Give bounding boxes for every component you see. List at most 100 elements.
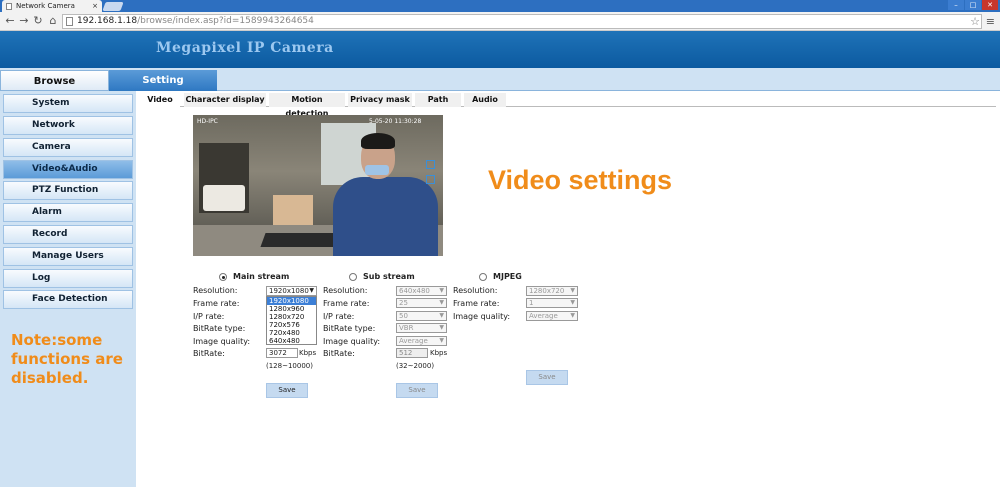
- main-resolution-dropdown[interactable]: 1920x1080 1280x960 1280x720 720x576 720x…: [266, 296, 317, 345]
- disabled-functions-note: Note:some functions are disabled.: [11, 331, 123, 387]
- chevron-down-icon: ▼: [439, 312, 444, 319]
- sidebar-item-network[interactable]: Network: [3, 116, 133, 135]
- mjpeg-frame-rate-select[interactable]: 1 ▼: [526, 298, 578, 308]
- sub-resolution-select[interactable]: 640x480 ▼: [396, 286, 447, 296]
- main-stream-title: Main stream: [233, 272, 290, 281]
- url-path: /browse/index.asp?id=1589943264654: [137, 16, 314, 26]
- main-tabs: Browse Setting: [0, 68, 1000, 91]
- resolution-option[interactable]: 720x576: [267, 321, 316, 329]
- sub-image-quality-select[interactable]: Average ▼: [396, 336, 447, 346]
- minimize-button[interactable]: –: [948, 0, 964, 10]
- mjpeg-frame-rate-value: 1: [529, 299, 534, 307]
- sub-bitrate-label: BitRate:: [323, 349, 355, 358]
- mjpeg-resolution-value: 1280x720: [529, 287, 565, 295]
- mjpeg-frame-rate-label: Frame rate:: [453, 299, 500, 308]
- sidebar-item-system[interactable]: System: [3, 94, 133, 113]
- main-image-quality-label: Image quality:: [193, 337, 251, 346]
- tab-setting[interactable]: Setting: [109, 70, 217, 91]
- sub-image-quality-value: Average: [399, 337, 428, 345]
- sub-stream-radio[interactable]: [349, 272, 357, 281]
- mjpeg-image-quality-select[interactable]: Average ▼: [526, 311, 578, 321]
- osd-timestamp: 5-05-20 11:30:28: [369, 118, 422, 125]
- sub-ip-rate-label: I/P rate:: [323, 312, 355, 321]
- subtab-character-display[interactable]: Character display: [184, 93, 266, 107]
- chevron-down-icon: ▼: [309, 287, 314, 294]
- app-title: Megapixel IP Camera: [156, 40, 334, 56]
- sub-stream-header[interactable]: Sub stream: [349, 272, 415, 281]
- preview-overlay-icon: [426, 175, 435, 184]
- close-window-button[interactable]: ✕: [982, 0, 998, 10]
- preview-overlay-icon: [426, 160, 435, 169]
- address-bar[interactable]: 192.168.1.18/browse/index.asp?id=1589943…: [62, 14, 982, 29]
- sub-frame-rate-select[interactable]: 25 ▼: [396, 298, 447, 308]
- chevron-down-icon: ▼: [570, 299, 575, 306]
- resolution-option[interactable]: 1280x960: [267, 305, 316, 313]
- main-stream-radio[interactable]: [219, 272, 227, 281]
- sub-bitrate-input[interactable]: 512: [396, 348, 428, 358]
- sub-save-button[interactable]: Save: [396, 383, 438, 398]
- subtab-privacy-mask[interactable]: Privacy mask: [348, 93, 412, 107]
- chevron-down-icon: ▼: [439, 287, 444, 294]
- resolution-option[interactable]: 640x480: [267, 337, 316, 345]
- subtab-motion-detection[interactable]: Motion detection: [269, 93, 345, 118]
- page-icon: [66, 17, 73, 26]
- sub-ip-rate-select[interactable]: 50 ▼: [396, 311, 447, 321]
- main-bitrate-type-label: BitRate type:: [193, 324, 246, 333]
- mjpeg-radio[interactable]: [479, 272, 487, 281]
- sidebar-item-ptz-function[interactable]: PTZ Function: [3, 181, 133, 200]
- subtab-path[interactable]: Path: [415, 93, 461, 107]
- video-audio-subtabs: Video Character display Motion detection…: [140, 93, 996, 118]
- sidebar-item-camera[interactable]: Camera: [3, 138, 133, 157]
- sidebar-item-alarm[interactable]: Alarm: [3, 203, 133, 222]
- maximize-button[interactable]: □: [965, 0, 981, 10]
- page-headline: Video settings: [488, 165, 673, 195]
- sub-resolution-value: 640x480: [399, 287, 430, 295]
- sidebar-item-log[interactable]: Log: [3, 269, 133, 288]
- resolution-option[interactable]: 720x480: [267, 329, 316, 337]
- chevron-down-icon: ▼: [439, 324, 444, 331]
- forward-arrow-icon[interactable]: →: [18, 15, 30, 27]
- main-save-button[interactable]: Save: [266, 383, 308, 398]
- mjpeg-save-button[interactable]: Save: [526, 370, 568, 385]
- main-resolution-select[interactable]: 1920x1080 ▼: [266, 286, 317, 296]
- sub-frame-rate-value: 25: [399, 299, 408, 307]
- chevron-down-icon: ▼: [439, 337, 444, 344]
- main-stream-header[interactable]: Main stream: [219, 272, 289, 281]
- mjpeg-resolution-select[interactable]: 1280x720 ▼: [526, 286, 578, 296]
- osd-camera-name: HD-IPC: [197, 118, 218, 125]
- subtab-audio[interactable]: Audio: [464, 93, 506, 107]
- browser-toolbar: ← → ↻ ⌂ 192.168.1.18/browse/index.asp?id…: [0, 12, 1000, 31]
- browser-menu-icon[interactable]: ≡: [986, 15, 995, 28]
- back-arrow-icon[interactable]: ←: [4, 15, 16, 27]
- chevron-down-icon: ▼: [570, 312, 575, 319]
- resolution-option[interactable]: 1280x720: [267, 313, 316, 321]
- tab-close-icon[interactable]: ×: [92, 0, 98, 12]
- video-preview[interactable]: HD-IPC 5-05-20 11:30:28: [193, 115, 443, 256]
- sidebar-item-manage-users[interactable]: Manage Users: [3, 247, 133, 266]
- sidebar-item-face-detection[interactable]: Face Detection: [3, 290, 133, 309]
- sub-resolution-label: Resolution:: [323, 286, 368, 295]
- bookmark-star-icon[interactable]: ☆: [970, 15, 980, 28]
- browser-tabstrip: Network Camera × – □ ✕: [0, 0, 1000, 12]
- resolution-option[interactable]: 1920x1080: [267, 297, 316, 305]
- browser-tab[interactable]: Network Camera ×: [2, 0, 102, 12]
- main-frame-rate-label: Frame rate:: [193, 299, 240, 308]
- new-tab-button[interactable]: [102, 2, 124, 11]
- window-controls: – □ ✕: [948, 0, 998, 10]
- main-bitrate-label: BitRate:: [193, 349, 225, 358]
- main-bitrate-input[interactable]: 3072: [266, 348, 298, 358]
- subtab-video[interactable]: Video: [140, 93, 180, 107]
- sidebar-item-video-audio[interactable]: Video&Audio: [3, 160, 133, 179]
- sub-frame-rate-label: Frame rate:: [323, 299, 370, 308]
- sidebar: System Network Camera Video&Audio PTZ Fu…: [0, 91, 136, 487]
- sub-bitrate-type-label: BitRate type:: [323, 324, 376, 333]
- sidebar-item-record[interactable]: Record: [3, 225, 133, 244]
- sub-bitrate-type-select[interactable]: VBR ▼: [396, 323, 447, 333]
- tab-browse[interactable]: Browse: [0, 70, 109, 91]
- sub-ip-rate-value: 50: [399, 312, 408, 320]
- mjpeg-header[interactable]: MJPEG: [479, 272, 522, 281]
- main-ip-rate-label: I/P rate:: [193, 312, 225, 321]
- reload-icon[interactable]: ↻: [32, 15, 44, 27]
- home-icon[interactable]: ⌂: [47, 15, 59, 27]
- main-bitrate-range: (128~10000): [266, 362, 313, 370]
